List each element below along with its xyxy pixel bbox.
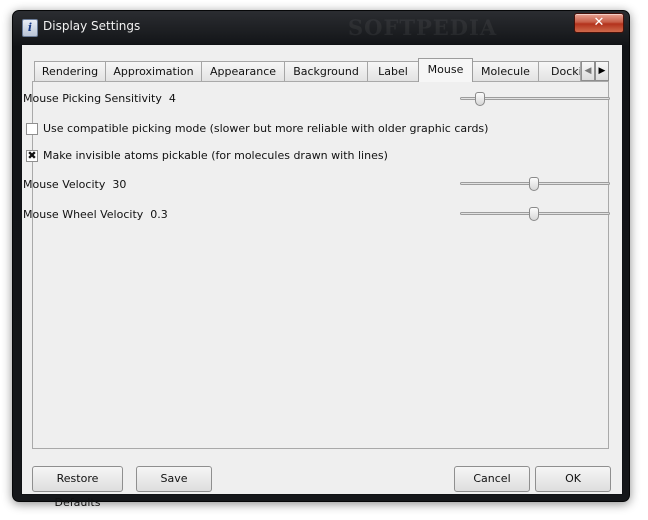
picking-sensitivity-slider[interactable] (460, 92, 610, 106)
slider-thumb[interactable] (528, 177, 539, 191)
tab-docking[interactable]: Docki (538, 61, 581, 81)
mouse-velocity-row: Mouse Velocity 30 (23, 178, 126, 191)
slider-thumb[interactable] (528, 207, 539, 221)
dialog-body: Rendering Approximation Appearance Backg… (21, 44, 623, 509)
picking-sensitivity-value: 4 (168, 92, 176, 105)
cancel-button[interactable]: Cancel (454, 466, 530, 492)
tab-approximation[interactable]: Approximation (105, 61, 202, 81)
invisible-atoms-label: Make invisible atoms pickable (for molec… (43, 149, 388, 162)
ok-button[interactable]: OK (535, 466, 611, 492)
compatible-picking-checkbox[interactable] (26, 123, 38, 135)
save-button[interactable]: Save (136, 466, 212, 492)
watermark-text: SOFTPEDIA (348, 15, 498, 40)
wheel-velocity-label: Mouse Wheel Velocity (23, 208, 144, 221)
mouse-velocity-slider[interactable] (460, 177, 610, 191)
compatible-picking-label: Use compatible picking mode (slower but … (43, 122, 489, 135)
tab-scroll-left-button[interactable]: ◀ (581, 61, 595, 81)
tab-rendering[interactable]: Rendering (34, 61, 106, 81)
mouse-velocity-label: Mouse Velocity (23, 178, 106, 191)
picking-sensitivity-label: Mouse Picking Sensitivity (23, 92, 162, 105)
tab-appearance[interactable]: Appearance (201, 61, 285, 81)
invisible-atoms-checkbox[interactable]: ✖ (26, 150, 38, 162)
tab-background[interactable]: Background (284, 61, 368, 81)
slider-thumb[interactable] (474, 92, 485, 106)
tab-molecule[interactable]: Molecule (472, 61, 539, 81)
app-icon: i (22, 19, 38, 37)
mouse-velocity-value: 30 (112, 178, 127, 191)
wheel-velocity-row: Mouse Wheel Velocity 0.3 (23, 208, 168, 221)
window-title: Display Settings (43, 19, 141, 33)
tab-bar: Rendering Approximation Appearance Backg… (22, 58, 622, 82)
tab-mouse[interactable]: Mouse (418, 58, 473, 82)
wheel-velocity-slider[interactable] (460, 207, 610, 221)
arrow-right-icon: ▶ (598, 66, 606, 76)
tab-label[interactable]: Label (367, 61, 419, 81)
check-mark-icon: ✖ (27, 149, 37, 162)
title-bar[interactable]: i Display Settings SOFTPEDIA ✕ (13, 11, 629, 43)
picking-sensitivity-row: Mouse Picking Sensitivity 4 (23, 92, 176, 105)
mouse-settings-panel: Mouse Picking Sensitivity 4 Use compatib… (23, 81, 610, 449)
wheel-velocity-value: 0.3 (150, 208, 168, 221)
close-button[interactable]: ✕ (574, 13, 624, 33)
display-settings-window: i Display Settings SOFTPEDIA ✕ Rendering… (12, 10, 630, 509)
restore-defaults-button[interactable]: Restore Defaults (32, 466, 123, 509)
close-icon: ✕ (593, 15, 605, 30)
arrow-left-icon: ◀ (584, 66, 592, 76)
tab-scroll-right-button[interactable]: ▶ (595, 61, 609, 81)
